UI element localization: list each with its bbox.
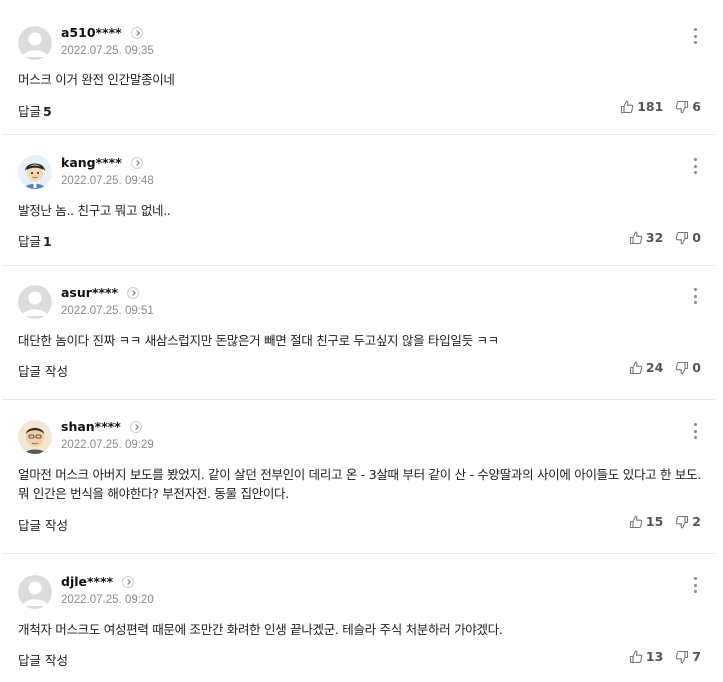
thumbs-up-icon <box>621 100 634 113</box>
comment-text: 얼마전 머스크 아버지 보도를 봤었지. 같이 살던 전부인이 데리고 온 - … <box>18 467 701 501</box>
dislike-button[interactable]: 6 <box>675 99 701 114</box>
reply-label[interactable]: 답글 <box>18 234 41 249</box>
thumbs-up-icon <box>629 650 643 663</box>
cartoon-face-avatar-icon[interactable] <box>18 420 52 454</box>
reply-button[interactable]: 답글 5 <box>18 101 52 120</box>
username-text[interactable]: shan**** <box>61 419 121 434</box>
comment-username[interactable]: kang**** <box>61 155 143 170</box>
default-avatar-icon[interactable] <box>18 26 52 60</box>
comment-text: 대단한 놈이다 진짜 ㅋㅋ 새삼스럽지만 돈많은거 빼면 절대 친구로 두고싶지… <box>18 333 499 348</box>
comment-date: 2022.07.25. 09:29 <box>61 439 154 451</box>
chevron-right-icon[interactable] <box>127 286 140 299</box>
comment-username[interactable]: a510**** <box>61 25 143 40</box>
vote-area: 24 0 <box>629 360 701 375</box>
chevron-right-icon[interactable] <box>129 420 142 433</box>
like-count: 181 <box>637 99 664 114</box>
username-text[interactable]: a510**** <box>61 25 122 40</box>
write-reply-button[interactable]: 답글 작성 <box>18 361 68 380</box>
thumbs-down-icon <box>676 100 689 113</box>
comment-username[interactable]: shan**** <box>61 419 142 434</box>
default-avatar-icon[interactable] <box>18 285 52 319</box>
comment-date: 2022.07.25. 09:20 <box>61 594 154 606</box>
like-button[interactable]: 181 <box>620 99 663 114</box>
comment-date: 2022.07.25. 09:35 <box>61 45 154 57</box>
dislike-count: 0 <box>692 230 701 245</box>
vote-area: 181 6 <box>620 99 701 114</box>
vote-area: 15 2 <box>629 514 701 529</box>
vote-area: 32 0 <box>629 230 701 245</box>
like-button[interactable]: 24 <box>629 360 663 375</box>
reply-label[interactable]: 답글 <box>18 104 41 119</box>
dislike-button[interactable]: 0 <box>675 360 701 375</box>
more-options-icon[interactable] <box>691 28 699 44</box>
more-options-icon[interactable] <box>691 577 699 593</box>
like-count: 15 <box>645 514 664 529</box>
thumbs-down-icon <box>676 650 689 663</box>
comment-text: 개척자 머스크도 여성편력 때문에 조만간 화려한 인생 끝나겠군. 테슬라 주… <box>18 622 503 637</box>
comment-divider <box>2 399 715 400</box>
reply-button[interactable]: 답글 1 <box>18 231 52 250</box>
comment-text: 머스크 이거 완전 인간말종이네 <box>18 72 175 87</box>
thumbs-down-icon <box>676 361 689 374</box>
vote-area: 13 7 <box>629 649 701 664</box>
comment-date: 2022.07.25. 09:51 <box>61 305 154 317</box>
like-count: 13 <box>645 649 664 664</box>
write-reply-button[interactable]: 답글 작성 <box>18 650 68 669</box>
comment-divider <box>2 553 715 554</box>
username-text[interactable]: djle**** <box>61 574 113 589</box>
write-reply-button[interactable]: 답글 작성 <box>18 515 68 534</box>
cartoon-face-avatar-icon[interactable] <box>18 155 52 189</box>
dislike-button[interactable]: 2 <box>675 514 701 529</box>
comment-date: 2022.07.25. 09:48 <box>61 175 154 187</box>
username-text[interactable]: asur**** <box>61 285 118 300</box>
default-avatar-icon[interactable] <box>18 575 52 609</box>
chevron-right-icon[interactable] <box>130 156 143 169</box>
dislike-button[interactable]: 0 <box>675 230 701 245</box>
comment-text: 발정난 놈.. 친구고 뭐고 없네.. <box>18 203 171 218</box>
thumbs-up-icon <box>629 515 643 528</box>
dislike-button[interactable]: 7 <box>675 649 701 664</box>
like-count: 32 <box>645 230 664 245</box>
reply-count[interactable]: 5 <box>43 104 52 119</box>
like-button[interactable]: 13 <box>629 649 663 664</box>
username-text[interactable]: kang**** <box>61 155 122 170</box>
comment-divider <box>2 134 715 135</box>
thumbs-up-icon <box>629 231 643 244</box>
thumbs-down-icon <box>676 515 689 528</box>
dislike-count: 6 <box>692 99 701 114</box>
comment-username[interactable]: djle**** <box>61 574 135 589</box>
comment-divider <box>2 265 715 266</box>
chevron-right-icon[interactable] <box>122 575 135 588</box>
thumbs-down-icon <box>676 231 689 244</box>
chevron-right-icon[interactable] <box>130 26 143 39</box>
comment-username[interactable]: asur**** <box>61 285 140 300</box>
thumbs-up-icon <box>629 361 643 374</box>
dislike-count: 0 <box>692 360 701 375</box>
dislike-count: 7 <box>692 649 701 664</box>
like-count: 24 <box>645 360 664 375</box>
dislike-count: 2 <box>692 514 701 529</box>
reply-count[interactable]: 1 <box>43 234 52 249</box>
like-button[interactable]: 15 <box>629 514 663 529</box>
more-options-icon[interactable] <box>691 423 699 439</box>
more-options-icon[interactable] <box>691 288 699 304</box>
more-options-icon[interactable] <box>691 158 699 174</box>
like-button[interactable]: 32 <box>629 230 663 245</box>
